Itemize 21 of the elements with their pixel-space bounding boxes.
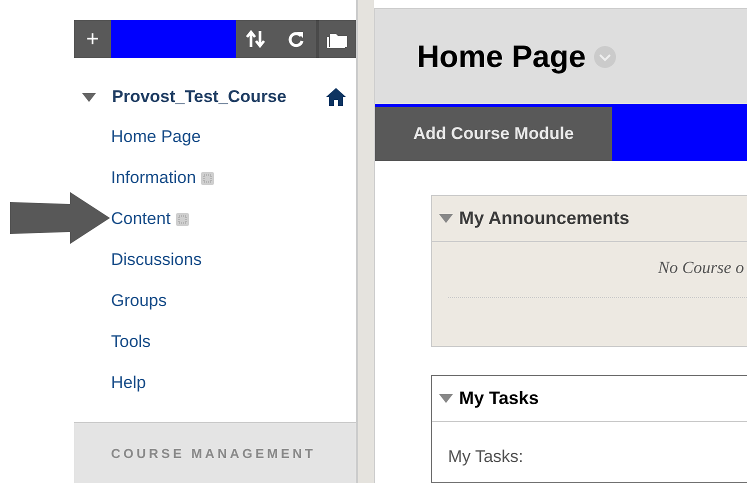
page-title: Home Page	[417, 38, 586, 75]
course-menu-link[interactable]: Groups	[111, 290, 167, 312]
course-menu-link[interactable]: Content	[111, 208, 189, 230]
empty-message: No Course o	[658, 258, 744, 278]
course-menu-link[interactable]: Tools	[111, 331, 151, 353]
course-menu-link[interactable]: Home Page	[111, 126, 201, 148]
add-course-module-button[interactable]: Add Course Module	[375, 107, 612, 161]
course-management-heading: COURSE MANAGEMENT	[111, 446, 316, 460]
course-menu-link[interactable]: Information	[111, 167, 214, 189]
refresh-icon	[288, 30, 304, 48]
home-icon[interactable]	[326, 88, 346, 106]
course-title-link[interactable]: Provost_Test_Course	[112, 87, 326, 107]
tasks-label: My Tasks:	[448, 447, 524, 467]
course-menu-link[interactable]: Help	[111, 372, 146, 394]
collapse-caret-icon[interactable]	[82, 92, 96, 102]
collapse-caret-icon[interactable]	[439, 394, 453, 403]
sort-icon	[246, 30, 266, 48]
module-title: My Announcements	[459, 208, 630, 229]
module-title: My Tasks	[459, 388, 539, 409]
course-menu-link[interactable]: Discussions	[111, 249, 202, 271]
collapse-caret-icon[interactable]	[439, 214, 453, 223]
